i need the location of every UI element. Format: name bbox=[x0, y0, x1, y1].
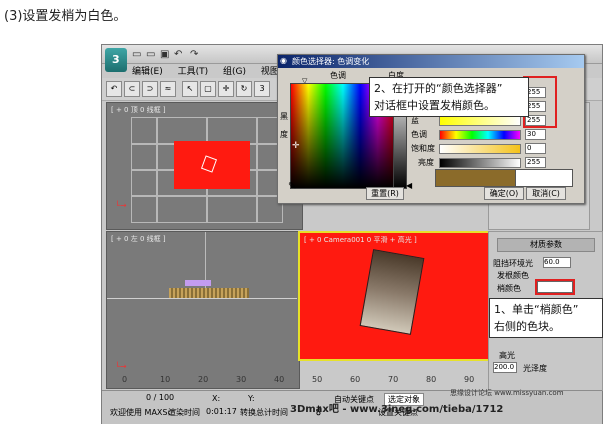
snap-icon[interactable]: 3 bbox=[254, 81, 270, 97]
open-file-icon[interactable]: ▭ bbox=[146, 49, 155, 60]
save-icon[interactable]: ▣ bbox=[160, 49, 169, 60]
dialog-title: 颜色选择器: 色调变化 bbox=[292, 57, 370, 66]
ruler-tick: 50 bbox=[312, 375, 323, 384]
watermark-text: 3Dmax吧 - www.3ineg.com/tieba/1712 bbox=[290, 404, 504, 415]
select-icon[interactable]: ↖ bbox=[182, 81, 198, 97]
dialog-title-bar: 颜色选择器: 色调变化 bbox=[278, 55, 584, 68]
app-logo[interactable]: 3 bbox=[105, 48, 127, 72]
callout-step2-line2: 对话框中设置发梢颜色。 bbox=[374, 99, 495, 112]
viewport-top[interactable]: [ + 0 顶 0 线框 ] └→ bbox=[106, 102, 303, 230]
eyedropper-icon[interactable]: ✎ bbox=[288, 181, 296, 192]
root-color-label: 发根颜色 bbox=[497, 271, 529, 280]
redo-icon[interactable]: ↷ bbox=[190, 49, 198, 60]
viewport-camera-label: [ + 0 Camera001 0 平滑 + 高光 ] bbox=[304, 236, 417, 244]
dialog-app-icon: ◉ bbox=[280, 56, 287, 65]
new-file-icon[interactable]: ▭ bbox=[132, 49, 141, 60]
convert-time-label: 转换总计时间 bbox=[240, 408, 288, 417]
highlight-label: 高光 bbox=[499, 351, 515, 360]
undo-tool-icon[interactable]: ↶ bbox=[106, 81, 122, 97]
viewport-left-label: [ + 0 左 0 线框 ] bbox=[111, 235, 166, 243]
watermark-forum-text: 思缘设计论坛 www.missyuan.com bbox=[450, 389, 564, 397]
ambient-label: 阻挡环境光 bbox=[493, 259, 533, 268]
value-value-field[interactable]: 255 bbox=[525, 157, 546, 168]
material-params-header[interactable]: 材质参数 bbox=[497, 238, 595, 252]
callout-step2: 2、在打开的“颜色选择器” 对话框中设置发梢颜色。 bbox=[369, 77, 529, 117]
ruler-tick: 20 bbox=[198, 375, 209, 384]
frame-counter[interactable]: 0 / 100 bbox=[146, 393, 174, 402]
ruler-tick: 10 bbox=[160, 375, 171, 384]
hue-slider[interactable] bbox=[439, 130, 521, 140]
move-icon[interactable]: ✛ bbox=[218, 81, 234, 97]
welcome-text: 欢迎使用 MAXSc bbox=[110, 408, 172, 417]
viewport-left[interactable]: [ + 0 左 0 线框 ] └→ bbox=[106, 231, 300, 389]
tip-swatch-highlight bbox=[535, 279, 575, 295]
black-label: 黑 bbox=[280, 112, 288, 121]
callout-step1: 1、单击“梢颜色” 右侧的色块。 bbox=[489, 298, 603, 338]
ok-button[interactable]: 确定(O) bbox=[484, 187, 524, 200]
spectrum-cursor-icon[interactable]: ✛ bbox=[292, 141, 300, 151]
ruler-tick: 60 bbox=[350, 375, 361, 384]
new-color-swatch bbox=[515, 169, 573, 187]
rotate-icon[interactable]: ↻ bbox=[236, 81, 252, 97]
chroma-label: 度 bbox=[280, 130, 288, 139]
value-slider[interactable] bbox=[439, 158, 521, 168]
ruler-tick: 0 bbox=[122, 375, 128, 384]
ruler-tick: 30 bbox=[236, 375, 247, 384]
gloss-label: 光泽度 bbox=[523, 364, 547, 373]
saturation-value-field[interactable]: 0 bbox=[525, 143, 546, 154]
menu-edit[interactable]: 编辑(E) bbox=[132, 64, 163, 77]
menu-group[interactable]: 组(G) bbox=[223, 64, 246, 77]
highlight-value-field[interactable]: 200.0 bbox=[493, 362, 517, 373]
tip-color-label: 梢颜色 bbox=[497, 284, 521, 293]
axis-gizmo-left-icon: └→ bbox=[115, 362, 127, 371]
viewport-camera[interactable]: [ + 0 Camera001 0 平滑 + 高光 ] bbox=[298, 231, 490, 361]
hair-grass-object[interactable] bbox=[169, 288, 249, 298]
reset-button[interactable]: 重置(R) bbox=[366, 187, 404, 200]
render-time-value: 0:01:17 bbox=[206, 407, 237, 416]
axis-gizmo-icon: └→ bbox=[115, 201, 127, 210]
x-coordinate-label: X: bbox=[212, 394, 221, 403]
ruler-tick: 70 bbox=[388, 375, 399, 384]
ruler-tick: 90 bbox=[464, 375, 475, 384]
callout-step1-line2: 右侧的色块。 bbox=[494, 320, 560, 333]
saturation-slider[interactable] bbox=[439, 144, 521, 154]
select-region-icon[interactable]: ▢ bbox=[200, 81, 216, 97]
timeline-ruler[interactable]: 0 10 20 30 40 50 60 70 80 90 bbox=[122, 375, 482, 385]
cancel-button[interactable]: 取消(C) bbox=[526, 187, 566, 200]
hue-tab-label: 色调 bbox=[330, 71, 346, 80]
blue-slider[interactable] bbox=[439, 116, 521, 126]
ambient-value-field[interactable]: 60.0 bbox=[543, 257, 571, 268]
link-icon[interactable]: ⊂ bbox=[124, 81, 140, 97]
callout-step2-line1: 2、在打开的“颜色选择器” bbox=[374, 82, 503, 95]
step-caption: (3)设置发梢为白色。 bbox=[4, 9, 127, 24]
hair-object-selected[interactable] bbox=[185, 280, 211, 286]
unlink-icon[interactable]: ⊃ bbox=[142, 81, 158, 97]
render-time-label: 渲染时间 bbox=[168, 408, 200, 417]
ruler-tick: 80 bbox=[426, 375, 437, 384]
old-color-swatch bbox=[435, 169, 517, 187]
undo-icon[interactable]: ↶ bbox=[174, 49, 182, 60]
hue-value-field[interactable]: 30 bbox=[525, 129, 546, 140]
callout-step1-line1: 1、单击“梢颜色” bbox=[494, 303, 579, 316]
whiteness-pointer-icon[interactable]: ◀ bbox=[406, 181, 412, 190]
y-coordinate-label: Y: bbox=[248, 394, 255, 403]
menu-tools[interactable]: 工具(T) bbox=[178, 64, 209, 77]
bind-icon[interactable]: ≈ bbox=[160, 81, 176, 97]
book-cover-render bbox=[359, 249, 425, 335]
ruler-tick: 40 bbox=[274, 375, 285, 384]
viewport-top-label: [ + 0 顶 0 线框 ] bbox=[111, 106, 166, 114]
